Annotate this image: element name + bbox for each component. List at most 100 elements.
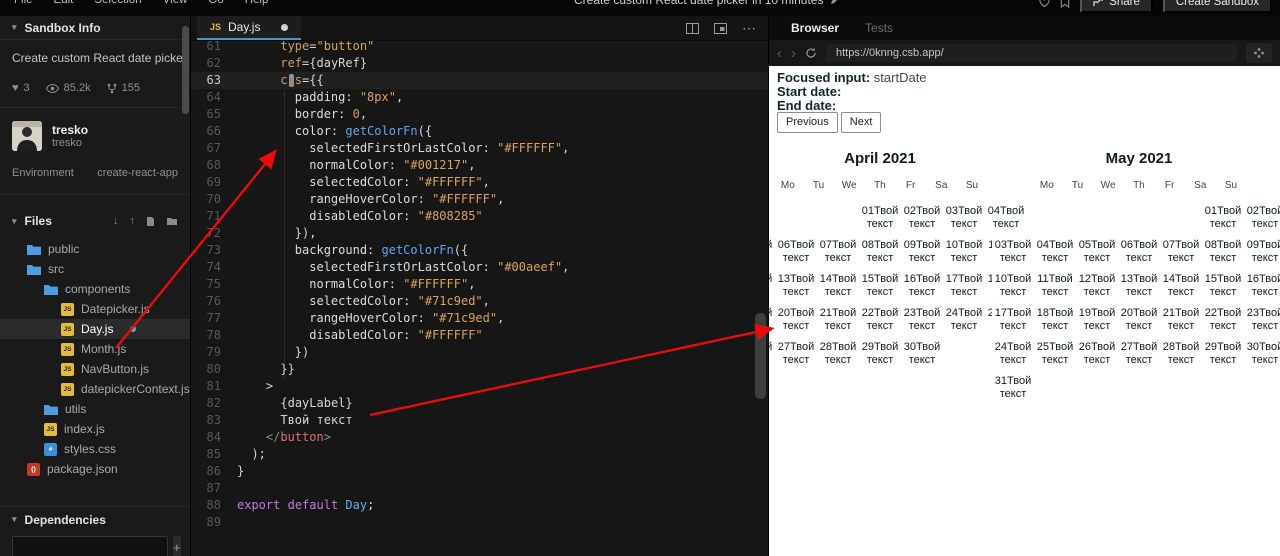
day-cell[interactable]: 29Твой текст bbox=[1202, 337, 1244, 371]
day-cell[interactable]: 15Твой текст bbox=[859, 269, 901, 303]
day-cell[interactable]: 26Твойтекст bbox=[1076, 337, 1118, 371]
forward-icon[interactable]: › bbox=[791, 46, 796, 61]
code-line-70[interactable]: 70 rangeHoverColor: "#FFFFFF", bbox=[191, 191, 768, 208]
day-cell[interactable]: 23Твой текст bbox=[901, 303, 943, 337]
day-cell[interactable]: 15Твой текст bbox=[1202, 269, 1244, 303]
code-line-81[interactable]: 81 > bbox=[191, 378, 768, 395]
next-month-button[interactable]: Next bbox=[840, 112, 882, 133]
day-cell[interactable]: 27Твой текст bbox=[775, 337, 817, 371]
day-cell[interactable]: 17Твой текст bbox=[943, 269, 985, 303]
day-cell[interactable]: 25Твойтекст bbox=[1034, 337, 1076, 371]
like-icon[interactable] bbox=[1039, 0, 1050, 8]
code-line-82[interactable]: 82 {dayLabel} bbox=[191, 395, 768, 412]
day-cell[interactable]: 12Твойтекст bbox=[1076, 269, 1118, 303]
code-line-73[interactable]: 73 background: getColorFn({ bbox=[191, 242, 768, 259]
tree-item-components[interactable]: components bbox=[0, 279, 190, 299]
sandbox-name[interactable]: Create custom React date picker in 1... bbox=[0, 40, 190, 65]
code-line-86[interactable]: 86} bbox=[191, 463, 768, 480]
bookmark-icon[interactable] bbox=[1060, 0, 1070, 8]
code-line-76[interactable]: 76 selectedColor: "#71c9ed", bbox=[191, 293, 768, 310]
files-header[interactable]: ▾ Files ↓ ↑ bbox=[0, 209, 190, 233]
code-line-66[interactable]: 66 color: getColorFn({ bbox=[191, 123, 768, 140]
code-line-83[interactable]: 83 Твой текст bbox=[191, 412, 768, 429]
code-line-87[interactable]: 87 bbox=[191, 480, 768, 497]
code-line-85[interactable]: 85 ); bbox=[191, 446, 768, 463]
day-cell[interactable]: 11Твойтекст bbox=[1034, 269, 1076, 303]
url-bar[interactable]: https://0knng.csb.app/ bbox=[826, 44, 1237, 62]
menu-edit[interactable]: Edit bbox=[54, 0, 74, 7]
previous-month-button[interactable]: Previous bbox=[777, 112, 838, 133]
code-editor[interactable]: 61 type="button" 62 ref={dayRef} 63 css={{… bbox=[191, 41, 768, 556]
day-cell[interactable]: 20Твой текст bbox=[1118, 303, 1160, 337]
tree-item-month-js[interactable]: JS Month.js bbox=[0, 339, 190, 359]
responsive-preview-button[interactable] bbox=[1246, 43, 1272, 63]
add-dependency-button[interactable]: + bbox=[173, 536, 181, 556]
download-icon[interactable]: ↓ bbox=[113, 215, 119, 227]
day-cell[interactable]: 03Твой текст bbox=[943, 201, 985, 235]
menu-file[interactable]: File bbox=[14, 0, 33, 7]
day-cell[interactable]: 02Твой текст bbox=[1244, 201, 1280, 235]
menu-go[interactable]: Go bbox=[208, 0, 223, 7]
day-cell[interactable]: 09Твой текст bbox=[1244, 235, 1280, 269]
day-cell[interactable]: 13Твой текст bbox=[775, 269, 817, 303]
day-cell[interactable]: 30Твой текст bbox=[901, 337, 943, 371]
tree-item-day-js[interactable]: JS Day.js bbox=[0, 319, 190, 339]
tree-item-package-json[interactable]: {} package.json bbox=[0, 459, 190, 479]
more-actions-icon[interactable]: ⋯ bbox=[742, 20, 756, 37]
day-cell[interactable]: 02Твой текст bbox=[901, 201, 943, 235]
code-line-89[interactable]: 89 bbox=[191, 514, 768, 531]
day-cell[interactable]: 05Твойтекст bbox=[1076, 235, 1118, 269]
day-cell[interactable]: 24Твой текст bbox=[992, 337, 1034, 371]
code-line-65[interactable]: 65 border: 0, bbox=[191, 106, 768, 123]
day-cell[interactable]: 29Твой текст bbox=[859, 337, 901, 371]
tree-item-styles-css[interactable]: # styles.css bbox=[0, 439, 190, 459]
edit-pencil-icon[interactable] bbox=[830, 0, 840, 5]
environment-value[interactable]: create-react-app bbox=[97, 167, 178, 179]
back-icon[interactable]: ‹ bbox=[777, 46, 782, 61]
day-cell[interactable]: 16Твой текст bbox=[1244, 269, 1280, 303]
day-cell[interactable]: 22Твой текст bbox=[1202, 303, 1244, 337]
share-button[interactable]: Share bbox=[1080, 0, 1153, 13]
day-cell[interactable]: 08Твой текст bbox=[859, 235, 901, 269]
add-dependency-input[interactable] bbox=[12, 536, 168, 556]
code-line-88[interactable]: 88 export default Day; bbox=[191, 497, 768, 514]
day-cell[interactable]: 14Твой текст bbox=[1160, 269, 1202, 303]
code-line-71[interactable]: 71 disabledColor: "#808285" bbox=[191, 208, 768, 225]
code-line-61[interactable]: 61 type="button" bbox=[191, 41, 768, 55]
day-cell[interactable]: 06Твой текст bbox=[1118, 235, 1160, 269]
day-cell[interactable]: 01Твой текст bbox=[859, 201, 901, 235]
code-line-80[interactable]: 80 }} bbox=[191, 361, 768, 378]
day-cell[interactable]: 21Твой текст bbox=[1160, 303, 1202, 337]
day-cell[interactable]: 10Твой текст bbox=[992, 269, 1034, 303]
day-cell[interactable]: 21Твой текст bbox=[817, 303, 859, 337]
menu-selection[interactable]: Selection bbox=[94, 0, 141, 7]
refresh-icon[interactable] bbox=[805, 47, 817, 59]
sandbox-info-header[interactable]: ▾ Sandbox Info bbox=[0, 16, 190, 40]
tree-item-utils[interactable]: utils bbox=[0, 399, 190, 419]
day-cell[interactable]: 10Твой текст bbox=[943, 235, 985, 269]
tree-item-datepickercontext-js[interactable]: JS datepickerContext.js bbox=[0, 379, 190, 399]
tab-day-js[interactable]: JS Day.js bbox=[197, 16, 302, 40]
day-cell[interactable]: 08Твой текст bbox=[1202, 235, 1244, 269]
code-line-62[interactable]: 62 ref={dayRef} bbox=[191, 55, 768, 72]
tree-item-navbutton-js[interactable]: JS NavButton.js bbox=[0, 359, 190, 379]
upload-icon[interactable]: ↑ bbox=[130, 215, 136, 227]
day-cell[interactable]: 20Твой текст bbox=[775, 303, 817, 337]
tree-item-src[interactable]: src bbox=[0, 259, 190, 279]
code-line-77[interactable]: 77 rangeHoverColor: "#71c9ed", bbox=[191, 310, 768, 327]
day-cell[interactable]: 28Твой текст bbox=[1160, 337, 1202, 371]
code-line-74[interactable]: 74 selectedFirstOrLastColor: "#00aeef", bbox=[191, 259, 768, 276]
code-line-84[interactable]: 84 </button> bbox=[191, 429, 768, 446]
day-cell[interactable]: 30Твой текст bbox=[1244, 337, 1280, 371]
code-line-79[interactable]: 79 }) bbox=[191, 344, 768, 361]
new-folder-icon[interactable] bbox=[166, 216, 178, 226]
code-line-69[interactable]: 69 selectedColor: "#FFFFFF", bbox=[191, 174, 768, 191]
create-sandbox-button[interactable]: Create Sandbox bbox=[1162, 0, 1272, 13]
day-cell[interactable]: 07Твой текст bbox=[817, 235, 859, 269]
tree-item-datepicker-js[interactable]: JS Datepicker.js bbox=[0, 299, 190, 319]
day-cell[interactable]: 14Твой текст bbox=[817, 269, 859, 303]
day-cell[interactable]: 19Твойтекст bbox=[1076, 303, 1118, 337]
day-cell[interactable]: 22Твой текст bbox=[859, 303, 901, 337]
day-cell[interactable]: 28Твой текст bbox=[817, 337, 859, 371]
menu-view[interactable]: View bbox=[163, 0, 188, 7]
